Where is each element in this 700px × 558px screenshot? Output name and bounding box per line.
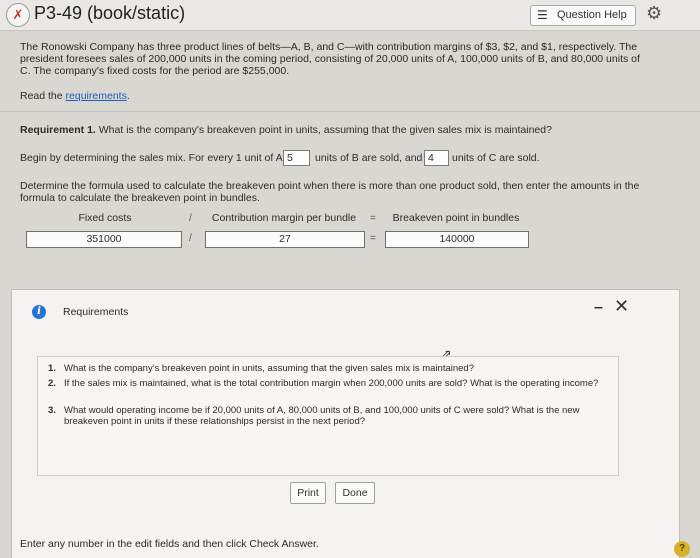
requirements-panel-title: Requirements [63,306,129,318]
sales-mix-text-1: Begin by determining the sales mix. For … [20,152,286,164]
cm-per-bundle-header: Contribution margin per bundle [211,212,357,224]
sales-mix-text-2: units of B are sold, and [315,152,423,164]
equals-operator-row: = [370,233,376,244]
done-button[interactable]: Done [335,482,375,504]
list-icon: ☰ [537,8,548,22]
read-requirements-line: Read the requirements. [20,90,130,102]
fixed-costs-input[interactable]: 351000 [26,231,182,248]
requirement-1-text: What is the company's breakeven point in… [95,124,552,136]
list-item-number: 1. [48,363,56,374]
page-title: P3-49 (book/static) [34,3,186,23]
requirements-list: 1. What is the company's breakeven point… [37,356,619,476]
help-icon[interactable]: ? [674,541,690,557]
minimize-icon[interactable]: – [594,299,603,317]
units-b-input[interactable]: 5 [283,150,310,166]
requirement-1-label: Requirement 1. [20,124,96,136]
read-prefix: Read the [20,90,66,102]
close-icon[interactable]: ✕ [614,296,629,317]
requirement-1-question: Requirement 1. What is the company's bre… [20,124,552,136]
gear-icon[interactable]: ⚙ [646,3,662,24]
units-c-input[interactable]: 4 [424,150,449,166]
divider [0,111,700,112]
question-help-button[interactable]: ☰ Question Help [530,5,636,26]
list-item-text: What is the company's breakeven point in… [64,363,474,374]
read-suffix: . [126,90,130,102]
formula-instructions: Determine the formula used to calculate … [20,180,640,204]
info-icon: i [32,305,46,319]
list-item-text: If the sales mix is maintained, what is … [64,378,599,389]
question-help-label: Question Help [557,9,627,21]
breakeven-bundles-header: Breakeven point in bundles [392,212,520,224]
incorrect-status-icon: ✗ [6,3,30,27]
requirements-link[interactable]: requirements [66,90,127,102]
divide-operator: / [189,213,192,224]
divide-operator-row: / [189,233,192,244]
cm-per-bundle-input[interactable]: 27 [205,231,365,248]
equals-operator: = [370,213,376,224]
print-button[interactable]: Print [290,482,326,504]
list-item-number: 3. [48,405,56,416]
list-item-number: 2. [48,378,56,389]
fixed-costs-header: Fixed costs [78,212,132,224]
problem-intro: The Ronowski Company has three product l… [20,41,640,77]
sales-mix-text-3: units of C are sold. [452,152,540,164]
breakeven-bundles-input[interactable]: 140000 [385,231,529,248]
list-item-text: What would operating income be if 20,000… [64,405,580,427]
footer-instruction: Enter any number in the edit fields and … [20,538,319,550]
